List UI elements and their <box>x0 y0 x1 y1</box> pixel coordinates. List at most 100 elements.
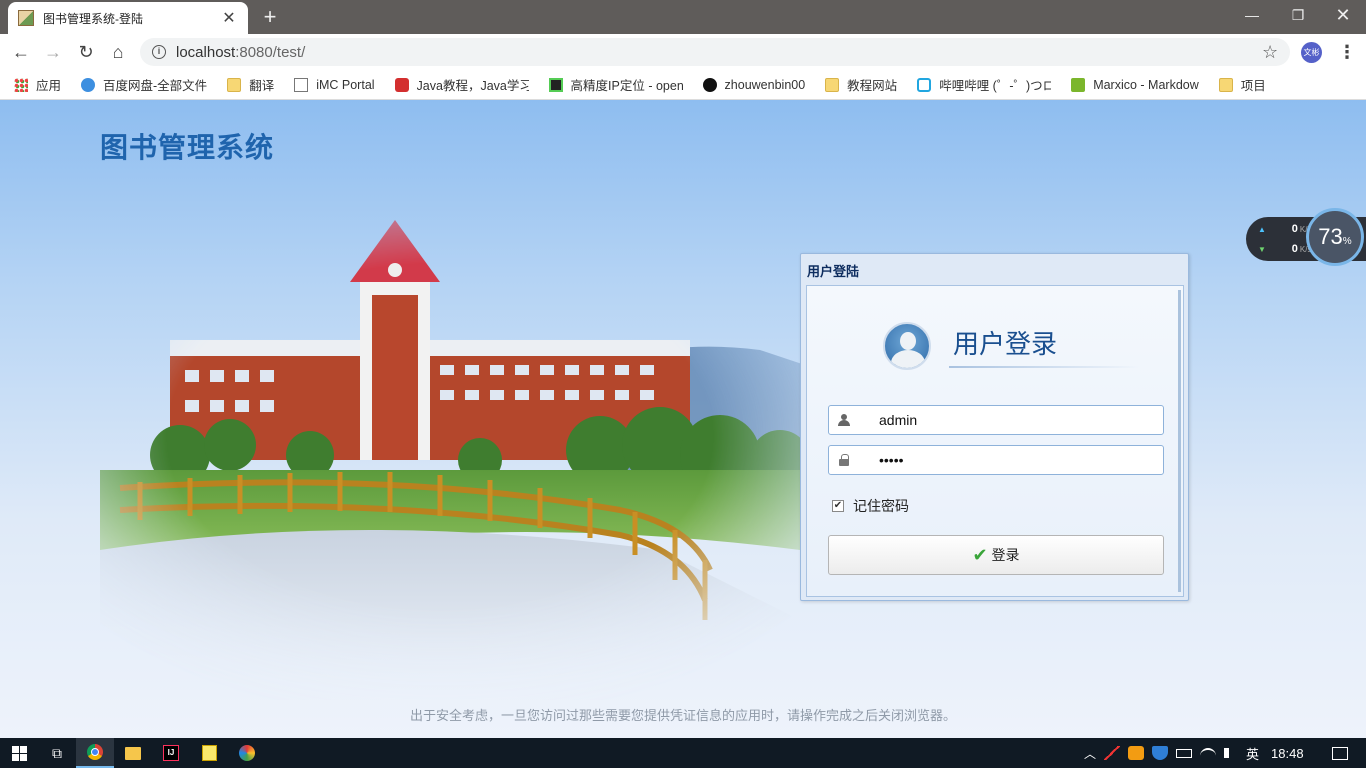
login-button-label: 登录 <box>991 547 1020 563</box>
user-icon <box>829 406 859 434</box>
tab-close-icon[interactable]: ✕ <box>220 8 238 28</box>
forward-arrow-icon[interactable]: → <box>40 40 66 64</box>
download-arrow-icon: ▼ <box>1258 244 1266 254</box>
bookmark-github[interactable]: zhouwenbin00 <box>702 77 805 92</box>
tray-orange-app-icon[interactable] <box>1128 746 1144 760</box>
address-url[interactable]: localhost:8080/test/ <box>176 44 305 61</box>
login-heading: 用户登录 <box>953 330 1058 360</box>
remember-checkbox[interactable]: ✔ <box>832 500 844 512</box>
reload-icon[interactable]: ↻ <box>73 40 99 64</box>
remember-password[interactable]: ✔ 记住密码 <box>832 496 909 516</box>
profile-avatar[interactable]: 文彬 <box>1301 42 1322 63</box>
bookmark-java-tutorial[interactable]: Java教程，Java学习 <box>394 75 529 94</box>
windows-logo-icon <box>11 745 27 761</box>
task-view-icon: ⧉ <box>52 744 62 761</box>
taskbar-file-explorer[interactable] <box>114 738 152 768</box>
bookmark-marxico[interactable]: Marxico - Markdow <box>1071 77 1199 92</box>
window-restore-button[interactable]: ❐ <box>1275 0 1321 30</box>
tab-title: 图书管理系统-登陆 <box>43 11 143 26</box>
folder-icon <box>1218 77 1233 92</box>
intellij-icon: IJ <box>163 745 179 761</box>
bookmark-projects[interactable]: 项目 <box>1218 75 1266 94</box>
battery-icon[interactable] <box>1176 748 1192 758</box>
bookmark-apps[interactable]: 应用 <box>14 75 61 94</box>
upload-speed: ▲ 0 K/s <box>1258 223 1311 235</box>
taskbar-notes[interactable] <box>190 738 228 768</box>
bookmark-translate[interactable]: 翻译 <box>227 75 274 94</box>
panel-header: 用户登陆 <box>807 264 860 279</box>
home-icon[interactable]: ⌂ <box>105 40 131 64</box>
page-favicon-icon <box>18 10 34 26</box>
bookmark-label: Marxico - Markdow <box>1093 77 1199 92</box>
address-bar[interactable]: i localhost:8080/test/ <box>140 38 1290 66</box>
url-path: :8080/test/ <box>235 43 306 61</box>
site-info-icon[interactable]: i <box>152 45 166 59</box>
url-host: localhost <box>176 43 236 61</box>
volume-muted-icon[interactable] <box>1224 748 1236 758</box>
csdn-icon <box>394 77 409 92</box>
username-field[interactable] <box>828 405 1164 435</box>
bookmark-label: 百度网盘-全部文件 <box>103 79 208 93</box>
show-hidden-icons-icon[interactable]: ︿ <box>1082 745 1098 762</box>
system-title: 图书管理系统 <box>100 131 275 164</box>
browser-tab-active[interactable]: 图书管理系统-登陆 ✕ <box>8 2 248 34</box>
system-tray: ︿ 英 18:48 <box>1080 738 1348 768</box>
bookmark-baidu-pan[interactable]: 百度网盘-全部文件 <box>81 75 207 94</box>
window-minimize-button[interactable]: — <box>1229 0 1275 30</box>
login-button[interactable]: ✔ 登录 <box>828 535 1164 575</box>
bookmark-label: 翻译 <box>249 79 275 93</box>
bookmark-label: 应用 <box>36 79 62 93</box>
panel-scroll-edge <box>1178 290 1181 592</box>
bookmark-label: 高精度IP定位 - open <box>570 79 683 93</box>
bilibili-icon <box>917 77 932 92</box>
tray-app-icon[interactable] <box>1104 746 1120 760</box>
username-input[interactable] <box>879 412 1149 428</box>
back-arrow-icon[interactable]: ← <box>8 40 34 64</box>
security-notice: 出于安全考虑，一旦您访问过那些需要您提供凭证信息的应用时，请操作完成之后关闭浏览… <box>409 708 956 723</box>
input-method-indicator[interactable]: 英 <box>1246 744 1259 763</box>
browser-toolbar: ← → ↻ ⌂ i localhost:8080/test/ ☆ 文彬 ⋮ <box>0 34 1366 70</box>
wifi-icon[interactable] <box>1200 748 1216 758</box>
chrome-icon <box>87 744 103 760</box>
user-avatar-icon <box>883 322 931 370</box>
heading-underline <box>949 366 1139 368</box>
new-tab-button[interactable]: + <box>258 4 282 30</box>
bookmark-star-icon[interactable]: ☆ <box>1262 42 1278 63</box>
browser-tab-strip: 图书管理系统-登陆 ✕ + — ❐ ✕ <box>0 0 1366 34</box>
taskbar-chrome[interactable] <box>76 738 114 768</box>
bookmark-label: iMC Portal <box>316 77 375 92</box>
remember-label: 记住密码 <box>853 498 909 514</box>
marxico-icon <box>1071 77 1086 92</box>
cpu-unit: % <box>1342 236 1352 247</box>
start-button[interactable] <box>0 738 38 768</box>
login-panel: 用户登陆 用户登录 ✔ 记住密码 ✔ 登录 <box>800 253 1189 601</box>
clock-time[interactable]: 18:48 <box>1271 746 1304 761</box>
taskbar-intellij[interactable]: IJ <box>152 738 190 768</box>
window-close-button[interactable]: ✕ <box>1320 0 1366 30</box>
password-input[interactable] <box>879 452 1149 468</box>
upload-value: 0 <box>1291 223 1298 235</box>
action-center-icon[interactable] <box>1331 746 1348 760</box>
password-field[interactable] <box>828 445 1164 475</box>
windows-taskbar: ⧉ IJ ︿ 英 18:48 <box>0 738 1366 768</box>
github-icon <box>702 77 717 92</box>
bookmark-imc-portal[interactable]: iMC Portal <box>294 77 375 92</box>
taskbar-app[interactable] <box>228 738 266 768</box>
file-explorer-icon <box>125 746 141 760</box>
page-icon <box>294 77 309 92</box>
bookmark-label: Java教程，Java学习 <box>416 79 529 93</box>
browser-menu-icon[interactable]: ⋮ <box>1338 41 1356 63</box>
bookmark-ip-location[interactable]: 高精度IP定位 - open <box>548 75 683 94</box>
login-form: 用户登录 ✔ 记住密码 ✔ 登录 <box>806 285 1184 597</box>
cpu-usage-dial[interactable]: 73% <box>1306 208 1364 266</box>
bookmark-tutorial-sites[interactable]: 教程网站 <box>825 75 897 94</box>
bookmarks-bar: 应用 百度网盘-全部文件 翻译 iMC Portal Java教程，Java学习… <box>0 70 1366 100</box>
bookmark-label: 教程网站 <box>847 79 898 93</box>
bookmark-bilibili[interactable]: 哔哩哔哩 (゜-゜)つロ <box>917 75 1051 94</box>
security-shield-icon[interactable] <box>1152 746 1168 760</box>
download-speed: ▼ 0 K/s <box>1258 243 1311 255</box>
check-icon: ✔ <box>972 544 988 565</box>
cpu-value: 73 <box>1318 224 1343 249</box>
apps-icon <box>14 77 28 92</box>
task-view-button[interactable]: ⧉ <box>38 738 76 768</box>
